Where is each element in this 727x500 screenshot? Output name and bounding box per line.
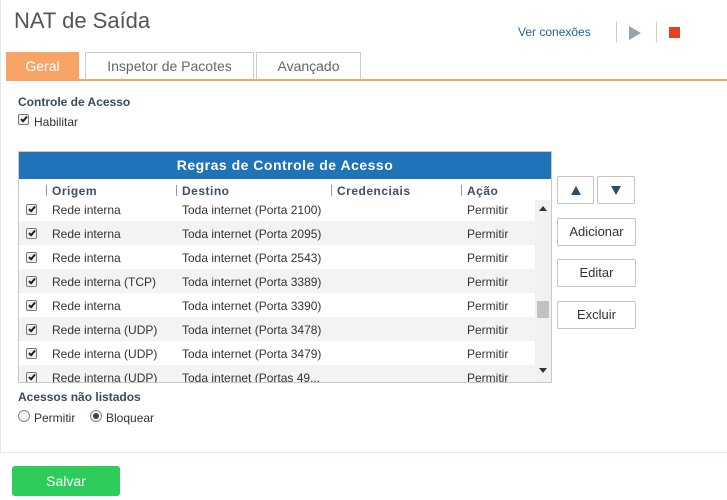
column-divider [176, 185, 177, 196]
radio-permitir[interactable] [18, 410, 30, 422]
table-row[interactable]: Rede interna (TCP) Toda internet (Porta … [19, 269, 535, 293]
column-divider [461, 185, 462, 196]
row-checkbox[interactable] [26, 252, 37, 263]
check-icon [28, 324, 36, 333]
tab-geral[interactable]: Geral [6, 52, 79, 80]
add-button[interactable]: Adicionar [557, 218, 636, 246]
grid-rows: Rede interna Toda internet (Porta 2100) … [19, 200, 535, 383]
scroll-up-icon[interactable] [539, 206, 547, 211]
footer-divider [0, 452, 727, 453]
access-control-label: Controle de Acesso [18, 95, 131, 109]
cell-destino: Toda internet (Porta 2543) [182, 251, 322, 265]
radio-selected-dot [93, 413, 99, 419]
scrollbar-thumb[interactable] [537, 301, 549, 318]
column-header-acao[interactable]: Ação [467, 184, 498, 198]
column-header-credenciais[interactable]: Credenciais [337, 184, 411, 198]
row-checkbox[interactable] [26, 300, 37, 311]
tab-underline [6, 79, 727, 81]
radio-permitir-label: Permitir [34, 411, 76, 425]
cell-destino: Toda internet (Portas 49... [182, 371, 321, 383]
rules-grid: Regras de Controle de Acesso Origem Dest… [18, 151, 552, 383]
tab-inspetor-de-pacotes[interactable]: Inspetor de Pacotes [85, 52, 254, 80]
cell-origem: Rede interna [52, 251, 121, 265]
toolbar-divider [656, 22, 657, 42]
row-checkbox[interactable] [26, 228, 37, 239]
arrow-up-icon [570, 186, 581, 196]
edit-button[interactable]: Editar [557, 259, 636, 287]
enable-label: Habilitar [34, 115, 79, 129]
cell-acao: Permitir [467, 275, 509, 289]
delete-button[interactable]: Excluir [557, 301, 636, 329]
column-divider [331, 185, 332, 196]
column-divider [46, 185, 47, 196]
column-header-origem[interactable]: Origem [52, 184, 97, 198]
table-row[interactable]: Rede interna Toda internet (Porta 2543) … [19, 245, 535, 269]
check-icon [28, 300, 36, 309]
enable-checkbox[interactable] [18, 114, 29, 125]
table-row[interactable]: Rede interna (UDP) Toda internet (Porta … [19, 341, 535, 365]
page-title: NAT de Saída [14, 8, 151, 33]
row-checkbox[interactable] [26, 324, 37, 335]
cell-origem: Rede interna (TCP) [52, 275, 157, 289]
grid-scrollbar[interactable] [535, 200, 551, 382]
cell-destino: Toda internet (Porta 3389) [182, 275, 322, 289]
cell-acao: Permitir [467, 227, 509, 241]
check-icon [28, 276, 36, 285]
cell-origem: Rede interna [52, 299, 121, 313]
table-row[interactable]: Rede interna (UDP) Toda internet (Porta … [19, 317, 535, 341]
cell-acao: Permitir [467, 251, 509, 265]
cell-origem: Rede interna [52, 203, 121, 217]
row-checkbox[interactable] [26, 276, 37, 287]
column-header-destino[interactable]: Destino [182, 184, 230, 198]
cell-destino: Toda internet (Porta 2095) [182, 227, 322, 241]
cell-origem: Rede interna (UDP) [52, 323, 158, 337]
play-icon[interactable] [629, 26, 641, 40]
move-up-button[interactable] [557, 176, 594, 204]
radio-bloquear[interactable] [90, 410, 102, 422]
arrow-down-icon [611, 186, 621, 196]
radio-bloquear-label: Bloquear [106, 411, 155, 425]
check-icon [28, 348, 36, 357]
cell-origem: Rede interna (UDP) [52, 371, 158, 383]
cell-destino: Toda internet (Porta 3390) [182, 299, 322, 313]
ver-conexoes-link[interactable]: Ver conexões [518, 25, 591, 39]
check-icon [28, 204, 36, 213]
cell-origem: Rede interna [52, 227, 121, 241]
table-row[interactable]: Rede interna (UDP) Toda internet (Portas… [19, 365, 535, 383]
table-row[interactable]: Rede interna Toda internet (Porta 2095) … [19, 221, 535, 245]
scroll-down-icon[interactable] [539, 368, 547, 373]
tab-avancado[interactable]: Avançado [256, 52, 361, 80]
check-icon [20, 114, 28, 123]
row-checkbox[interactable] [26, 372, 37, 382]
table-row[interactable]: Rede interna Toda internet (Porta 3390) … [19, 293, 535, 317]
page: NAT de Saída Ver conexões Geral Inspetor… [0, 0, 727, 500]
cell-origem: Rede interna (UDP) [52, 347, 158, 361]
cell-destino: Toda internet (Porta 3478) [182, 323, 322, 337]
grid-title: Regras de Controle de Acesso [19, 152, 551, 179]
check-icon [28, 228, 36, 237]
cell-acao: Permitir [467, 371, 509, 383]
row-checkbox[interactable] [26, 348, 37, 359]
cell-acao: Permitir [467, 203, 509, 217]
check-icon [28, 252, 36, 261]
grid-header: Origem Destino Credenciais Ação [19, 181, 551, 200]
unlisted-access-label: Acessos não listados [18, 390, 141, 404]
cell-acao: Permitir [467, 347, 509, 361]
check-icon [28, 372, 36, 381]
cell-destino: Toda internet (Porta 2100) [182, 203, 322, 217]
cell-destino: Toda internet (Porta 3479) [182, 347, 322, 361]
move-down-button[interactable] [597, 176, 635, 204]
cell-acao: Permitir [467, 323, 509, 337]
save-button[interactable]: Salvar [12, 466, 120, 496]
toolbar-divider [616, 22, 617, 42]
table-row[interactable]: Rede interna Toda internet (Porta 2100) … [19, 200, 535, 221]
left-border [0, 0, 1, 452]
row-checkbox[interactable] [26, 204, 37, 215]
stop-icon[interactable] [669, 27, 680, 38]
cell-acao: Permitir [467, 299, 509, 313]
